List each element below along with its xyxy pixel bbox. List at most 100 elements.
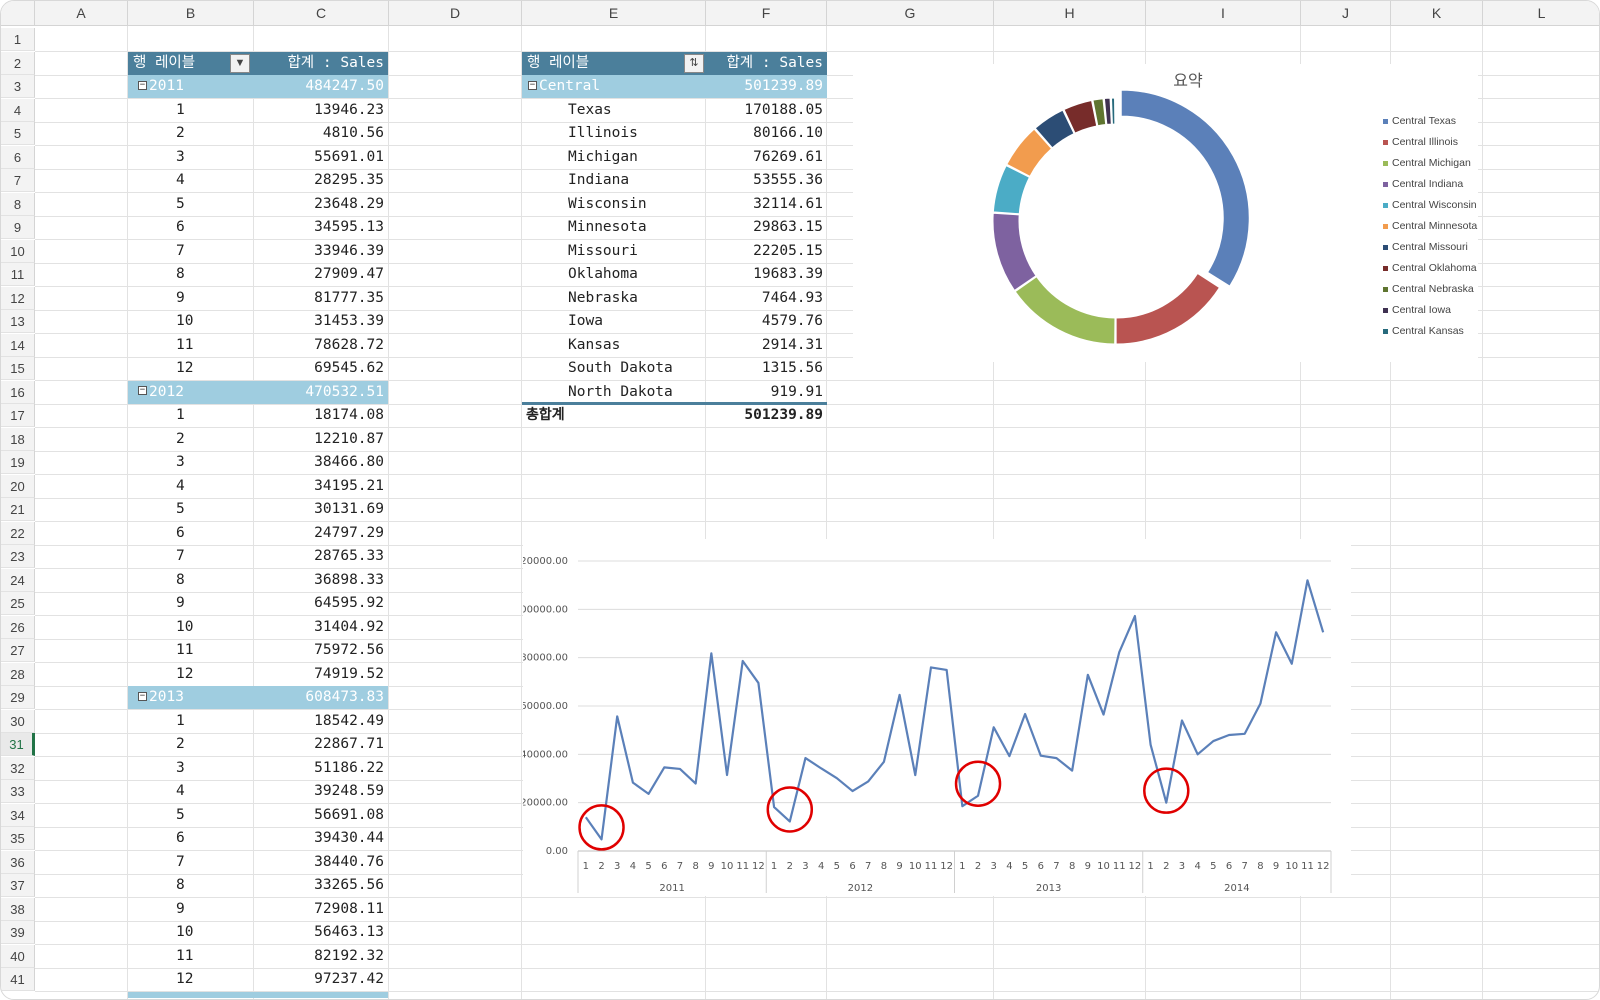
- row-header-20[interactable]: 20: [1, 474, 35, 498]
- pivot1-month-value: 74919.52: [314, 665, 384, 682]
- x-tick-label: 3: [614, 861, 620, 872]
- sort-filter-button[interactable]: ⇅: [684, 53, 704, 73]
- row-header-12[interactable]: 12: [1, 286, 35, 310]
- row-header-37[interactable]: 37: [1, 874, 35, 897]
- pivot1-group-row[interactable]: −2012: [128, 380, 254, 404]
- row-header-1[interactable]: 1: [1, 28, 35, 51]
- legend-item: Central Indiana: [1383, 174, 1477, 195]
- column-header-h[interactable]: H: [994, 1, 1146, 26]
- pivot1-next-group-partial: [128, 991, 388, 998]
- column-header-j[interactable]: J: [1301, 1, 1391, 26]
- row-header-11[interactable]: 11: [1, 263, 35, 286]
- row-header-17[interactable]: 17: [1, 404, 35, 427]
- pivot1-month-label: 4: [176, 172, 185, 188]
- pivot1-month-value: 33946.39: [314, 242, 384, 259]
- row-header-23[interactable]: 23: [1, 545, 35, 568]
- row-header-32[interactable]: 32: [1, 756, 35, 780]
- row-header-3[interactable]: 3: [1, 75, 35, 98]
- pivot1-month-label: 8: [176, 877, 185, 893]
- pivot1-month-label: 3: [176, 454, 185, 470]
- legend-swatch: [1383, 223, 1388, 229]
- x-tick-label: 5: [1210, 861, 1216, 872]
- x-tick-label: 1: [583, 861, 589, 872]
- row-header-25[interactable]: 25: [1, 592, 35, 615]
- row-header-14[interactable]: 14: [1, 333, 35, 357]
- pivot1-month-label: 9: [176, 900, 185, 917]
- row-header-15[interactable]: 15: [1, 357, 35, 380]
- column-header-i[interactable]: I: [1146, 1, 1301, 26]
- row-header-30[interactable]: 30: [1, 709, 35, 733]
- row-header-24[interactable]: 24: [1, 568, 35, 592]
- row-header-9[interactable]: 9: [1, 216, 35, 239]
- row-header-38[interactable]: 38: [1, 897, 35, 921]
- row-header-36[interactable]: 36: [1, 850, 35, 874]
- pivot1-month-value: 30131.69: [314, 501, 384, 517]
- column-header-f[interactable]: F: [706, 1, 827, 26]
- legend-label: Central Nebraska: [1392, 283, 1474, 295]
- line-chart-svg: 0.00 20000.00 40000.00 60000.00 80000.00 1000…: [514, 556, 1332, 894]
- row-header-10[interactable]: 10: [1, 239, 35, 263]
- doughnut-slice-central-kansas[interactable]: [1110, 97, 1116, 125]
- row-header-41[interactable]: 41: [1, 968, 35, 991]
- x-tick-label: 8: [692, 861, 698, 872]
- x-tick-label: 3: [1179, 861, 1185, 872]
- row-header-18[interactable]: 18: [1, 427, 35, 451]
- row-header-6[interactable]: 6: [1, 145, 35, 169]
- row-header-33[interactable]: 33: [1, 780, 35, 803]
- row-header-4[interactable]: 4: [1, 98, 35, 122]
- pivot1-group-row[interactable]: −2013: [128, 686, 254, 709]
- legend-label: Central Minnesota: [1392, 220, 1478, 232]
- doughnut-chart[interactable]: 요약 Central Texas Central Illinois Central …: [853, 64, 1478, 362]
- collapse-icon[interactable]: −: [138, 691, 147, 701]
- row-header-28[interactable]: 28: [1, 662, 35, 686]
- row-header-31[interactable]: 31: [1, 733, 35, 756]
- row-header-2[interactable]: 2: [1, 51, 35, 75]
- pivot1-month-value: 23648.29: [314, 195, 384, 212]
- x-tick-label: 2: [1163, 861, 1169, 872]
- doughnut-slice-central-michigan[interactable]: [1014, 276, 1116, 345]
- row-header-29[interactable]: 29: [1, 686, 35, 709]
- y-tick-label: 0.00: [546, 846, 568, 857]
- row-header-34[interactable]: 34: [1, 803, 35, 827]
- pivot2-group-row[interactable]: − Central: [522, 75, 706, 98]
- column-header-k[interactable]: K: [1391, 1, 1483, 26]
- pivot1-month-label: 2: [176, 736, 185, 752]
- select-all-corner[interactable]: [1, 1, 35, 26]
- collapse-icon[interactable]: −: [138, 80, 147, 90]
- column-header-c[interactable]: C: [254, 1, 389, 26]
- collapse-icon[interactable]: −: [138, 386, 147, 395]
- column-header-a[interactable]: A: [35, 1, 128, 26]
- column-header-g[interactable]: G: [827, 1, 994, 26]
- row-header-7[interactable]: 7: [1, 169, 35, 192]
- pivot1-month-label: 2: [176, 430, 185, 447]
- row-header-19[interactable]: 19: [1, 451, 35, 474]
- doughnut-slice-central-illinois[interactable]: [1115, 272, 1221, 345]
- doughnut-slice-central-texas[interactable]: [1120, 89, 1250, 287]
- collapse-icon[interactable]: −: [528, 80, 537, 90]
- row-header-39[interactable]: 39: [1, 921, 35, 944]
- row-header-13[interactable]: 13: [1, 310, 35, 333]
- year-label: 2011: [659, 883, 684, 894]
- pivot1-month-label: 10: [176, 618, 194, 635]
- line-chart[interactable]: 0.00 20000.00 40000.00 60000.00 80000.00 1000…: [514, 539, 1351, 896]
- column-header-e[interactable]: E: [522, 1, 706, 26]
- filter-dropdown-button[interactable]: ▼: [230, 53, 250, 73]
- row-header-40[interactable]: 40: [1, 944, 35, 968]
- column-header-b[interactable]: B: [128, 1, 254, 26]
- pivot1-value-header: 합계 : Sales: [254, 51, 388, 75]
- row-header-35[interactable]: 35: [1, 827, 35, 850]
- row-header-26[interactable]: 26: [1, 615, 35, 639]
- column-header-d[interactable]: D: [389, 1, 522, 26]
- column-header-l[interactable]: L: [1483, 1, 1599, 26]
- legend-label: Central Iowa: [1392, 304, 1451, 316]
- row-header-22[interactable]: 22: [1, 521, 35, 545]
- doughnut-slice-central-indiana[interactable]: [992, 212, 1037, 292]
- row-header-16[interactable]: 16: [1, 380, 35, 404]
- row-header-21[interactable]: 21: [1, 498, 35, 521]
- row-header-27[interactable]: 27: [1, 639, 35, 662]
- row-header-8[interactable]: 8: [1, 192, 35, 216]
- row-header-5[interactable]: 5: [1, 122, 35, 145]
- gridline-vertical: [388, 26, 389, 999]
- pivot2-row-label-header[interactable]: 행 레이블: [522, 51, 706, 75]
- pivot1-group-row[interactable]: −2011: [128, 75, 254, 98]
